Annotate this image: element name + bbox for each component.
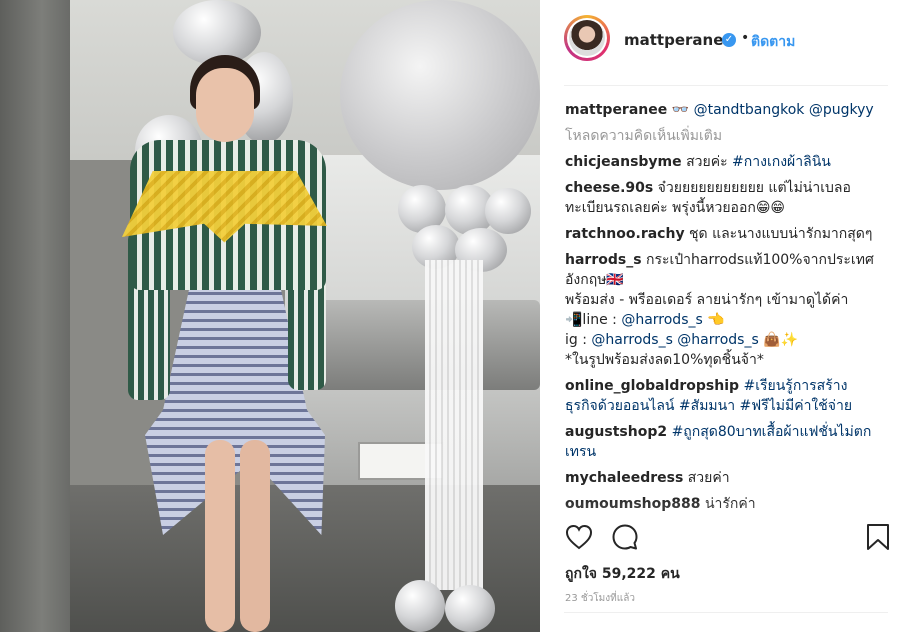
comment-username[interactable]: harrods_s (565, 252, 642, 268)
comment-text: 👜✨ (758, 332, 799, 348)
comment: chicjeansbyme สวยค่ะ #กางเกงผ้าลินิน (565, 152, 875, 172)
avatar-image (569, 20, 605, 56)
comment-text: น่ารักค่า (704, 496, 756, 512)
comment: mychaleedress สวยค่า (565, 468, 875, 488)
load-more-comments[interactable]: โหลดความคิดเห็นเพิ่มเติม (565, 126, 875, 146)
comment: ratchnoo.rachy ชุด และนางแบบน่ารักมากสุด… (565, 224, 875, 244)
comment: augustshop2 #ถูกสุด80บาทเสื้อผ้าแฟชั่นไม… (565, 422, 875, 462)
comment-text: สวยค่า (687, 470, 730, 486)
photo-balloon (395, 580, 445, 632)
comments-list: mattperanee 👓 @tandtbangkok @pugkyy โหลด… (565, 100, 875, 520)
post-photo[interactable] (0, 0, 540, 632)
caption-emoji: 👓 (671, 102, 690, 118)
caption-username[interactable]: mattperanee (565, 102, 667, 118)
comment-hashtag[interactable]: #กางเกงผ้าลินิน (732, 154, 831, 170)
comment-text: พร้อมส่ง - พรีออเดอร์ ลายน่ารักๆ เข้ามาด… (565, 292, 849, 308)
comment-mention[interactable]: @harrods_s @harrods_s (591, 332, 758, 348)
header-username[interactable]: mattperanee (624, 31, 734, 49)
photo-tassel (425, 260, 483, 590)
verified-icon: ✓ (722, 33, 736, 47)
comment-username[interactable]: augustshop2 (565, 424, 667, 440)
comment-username[interactable]: chicjeansbyme (565, 154, 682, 170)
comment-username[interactable]: mychaleedress (565, 470, 683, 486)
photo-wall-left (0, 0, 70, 632)
comment-username[interactable]: cheese.90s (565, 180, 653, 196)
comment: oumoumshop888 น่ารักค่า (565, 494, 875, 514)
comment: harrods_s กระเป๋าharrodsแท้100%จากประเทศ… (565, 250, 875, 370)
photo-balloon (485, 188, 531, 234)
post-header: mattperanee ✓ • ติดตาม (540, 0, 900, 85)
likes-count[interactable]: ถูกใจ 59,222 คน (565, 563, 680, 585)
photo-car-grill (305, 300, 540, 390)
comment: online_globaldropship #เรียนรู้การสร้างธ… (565, 376, 875, 416)
comment-username[interactable]: oumoumshop888 (565, 496, 701, 512)
photo-balloon (445, 585, 495, 632)
photo-face (196, 68, 254, 142)
post-side-panel: mattperanee ✓ • ติดตาม mattperanee 👓 @ta… (540, 0, 900, 632)
comment: cheese.90s จ๋วยยยยยยยยยยย แต่ไม่น่าเบลอท… (565, 178, 875, 218)
comment-username[interactable]: online_globaldropship (565, 378, 739, 394)
divider (564, 612, 888, 613)
follow-button[interactable]: ติดตาม (751, 31, 795, 53)
bookmark-icon[interactable] (865, 522, 891, 552)
comment-text: สวยค่ะ (686, 154, 728, 170)
comment-text: ig : (565, 332, 592, 348)
caption: mattperanee 👓 @tandtbangkok @pugkyy (565, 100, 875, 120)
comment-username[interactable]: ratchnoo.rachy (565, 226, 685, 242)
photo-leg (205, 440, 235, 632)
header-separator: • (741, 30, 750, 46)
heart-icon[interactable] (564, 522, 594, 552)
caption-mentions[interactable]: @tandtbangkok @pugkyy (694, 102, 874, 118)
comment-text: *ในรูปพร้อมส่งลด10%ทุดชิ้นจ้า* (565, 352, 764, 368)
avatar[interactable] (564, 15, 610, 61)
comment-mention[interactable]: @harrods_s (621, 312, 702, 328)
photo-big-balloon (340, 0, 540, 190)
comment-icon[interactable] (610, 522, 640, 552)
divider (564, 512, 888, 513)
post-timestamp[interactable]: 23 ชั่วโมงที่แล้ว (565, 591, 635, 606)
comment-text: 👈 (702, 312, 725, 328)
divider (564, 85, 888, 86)
comment-text: ชุด และนางแบบน่ารักมากสุดๆ (689, 226, 873, 242)
comment-text: 📲line : (565, 312, 622, 328)
photo-leg (240, 440, 270, 632)
